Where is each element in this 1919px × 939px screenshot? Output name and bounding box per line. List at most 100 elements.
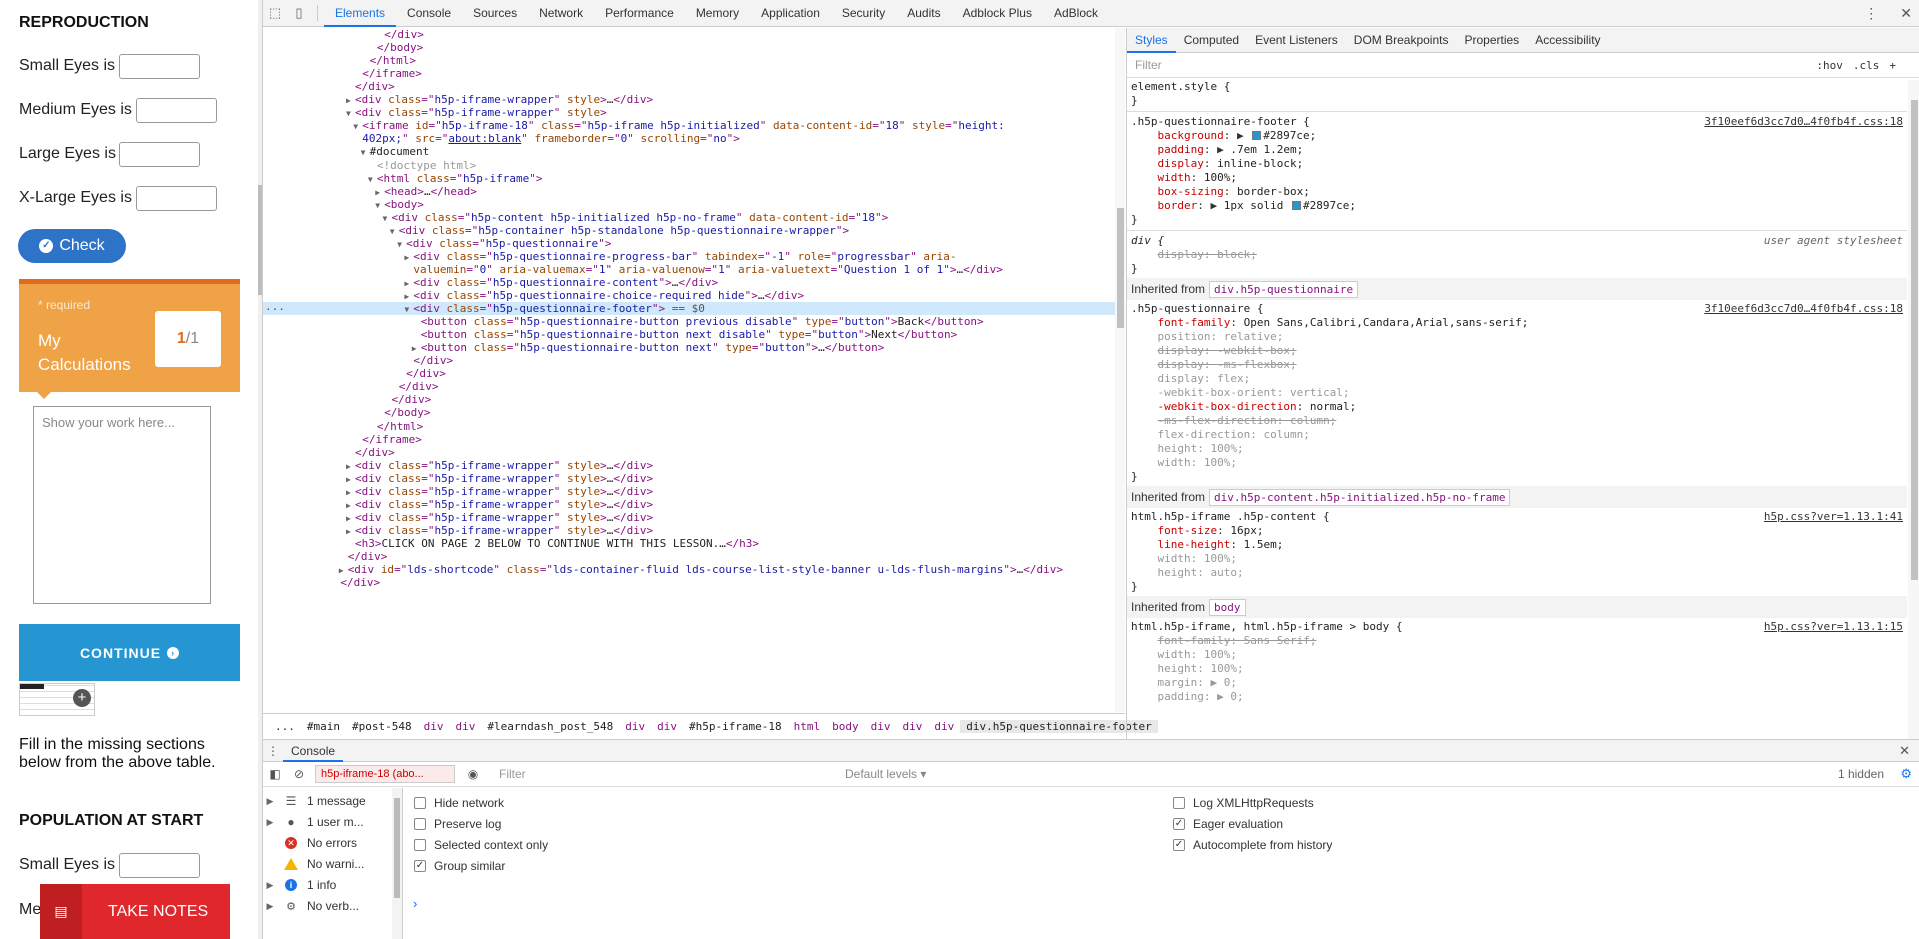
style-declaration[interactable]: display: -ms-flexbox;: [1131, 358, 1903, 372]
dom-node[interactable]: ▼ <html class="h5p-iframe">: [263, 172, 1115, 185]
dom-node[interactable]: ▶ <div class="h5p-iframe-wrapper" style>……: [263, 498, 1115, 511]
stylesheet-source-link[interactable]: 3f10eef6d3cc7d0…4f0fb4f.css:18: [1704, 302, 1903, 315]
styles-tab-accessibility[interactable]: Accessibility: [1527, 28, 1608, 53]
style-declaration[interactable]: width: 100%;: [1131, 648, 1903, 662]
new-rule-button[interactable]: +: [1889, 59, 1896, 72]
collapse-triangle-icon[interactable]: ▼: [383, 212, 392, 224]
console-sidebar-item[interactable]: ▶ ⚙ No verb...: [263, 896, 391, 916]
breadcrumb-item[interactable]: ...: [269, 720, 301, 733]
dom-node[interactable]: valuemin="0" aria-valuemax="1" aria-valu…: [263, 263, 1115, 276]
style-declaration[interactable]: height: auto;: [1131, 566, 1903, 580]
dom-node[interactable]: ▶ <head>…</head>: [263, 185, 1115, 198]
dom-node[interactable]: ▶ <div id="lds-shortcode" class="lds-cont…: [263, 563, 1115, 576]
styles-tab-properties[interactable]: Properties: [1456, 28, 1527, 53]
dom-node[interactable]: </div>: [263, 576, 1115, 589]
style-declaration[interactable]: box-sizing: border-box;: [1131, 185, 1903, 199]
expand-triangle-icon[interactable]: ▶: [263, 817, 277, 828]
dom-node-selected[interactable]: ▼ <div class="h5p-questionnaire-footer"> …: [263, 302, 1115, 316]
expand-triangle-icon[interactable]: ▶: [339, 564, 348, 576]
tab-adblock-plus[interactable]: Adblock Plus: [952, 0, 1043, 27]
small-eyes-input[interactable]: [119, 54, 200, 79]
tab-security[interactable]: Security: [831, 0, 896, 27]
style-declaration[interactable]: padding: ▶ 0;: [1131, 690, 1903, 704]
collapse-triangle-icon[interactable]: ▼: [361, 146, 370, 158]
expand-triangle-icon[interactable]: ▶: [263, 880, 277, 891]
dom-node[interactable]: </div>: [263, 80, 1115, 93]
dom-node[interactable]: ▶ <button class="h5p-questionnaire-button…: [263, 341, 1115, 354]
console-option[interactable]: Selected context only: [414, 838, 548, 852]
console-drawer-tab[interactable]: Console: [283, 740, 344, 762]
breadcrumb-item[interactable]: div: [865, 720, 897, 733]
breadcrumb-item[interactable]: #h5p-iframe-18: [683, 720, 788, 733]
dom-node[interactable]: </div>: [263, 446, 1115, 459]
class-toggle[interactable]: .cls: [1853, 59, 1880, 72]
option-checkbox[interactable]: [414, 839, 426, 851]
dom-node[interactable]: </html>: [263, 420, 1115, 433]
dom-node[interactable]: </div>: [263, 367, 1115, 380]
expand-triangle-icon[interactable]: ▶: [263, 901, 277, 912]
breadcrumb-item[interactable]: div: [418, 720, 450, 733]
breadcrumb-item[interactable]: html: [788, 720, 827, 733]
styles-filter[interactable]: Filter :hov .cls +: [1127, 53, 1919, 78]
elements-scrollbar[interactable]: [1115, 28, 1125, 712]
style-declaration[interactable]: }: [1131, 580, 1903, 594]
console-sidebar-item[interactable]: ▶ ☰ 1 message: [263, 791, 391, 811]
option-checkbox[interactable]: [1173, 797, 1185, 809]
console-sidebar-item[interactable]: ▶ i 1 info: [263, 875, 391, 895]
tab-adblock[interactable]: AdBlock: [1043, 0, 1109, 27]
breadcrumb-item[interactable]: div: [619, 720, 651, 733]
console-option[interactable]: Preserve log: [414, 817, 501, 831]
inherited-selector-link[interactable]: div.h5p-content.h5p-initialized.h5p-no-f…: [1209, 488, 1511, 506]
style-declaration[interactable]: margin: ▶ 0;: [1131, 676, 1903, 690]
console-option[interactable]: ✓ Eager evaluation: [1173, 817, 1283, 831]
dom-node[interactable]: ▼ <iframe id="h5p-iframe-18" class="h5p-i…: [263, 119, 1115, 132]
hover-state-toggle[interactable]: :hov: [1816, 59, 1843, 72]
node-actions-icon[interactable]: ...: [265, 300, 285, 313]
style-declaration[interactable]: height: 100%;: [1131, 662, 1903, 676]
dom-node[interactable]: ▶ <div class="h5p-questionnaire-choice-re…: [263, 289, 1115, 302]
styles-tab-event-listeners[interactable]: Event Listeners: [1247, 28, 1346, 53]
collapse-triangle-icon[interactable]: ▼: [346, 107, 355, 119]
console-sidebar-item[interactable]: No warni...: [263, 854, 391, 874]
option-checkbox[interactable]: ✓: [414, 860, 426, 872]
breadcrumb-item[interactable]: div: [651, 720, 683, 733]
console-option[interactable]: ✓ Autocomplete from history: [1173, 838, 1332, 852]
collapse-triangle-icon[interactable]: ▼: [353, 120, 362, 132]
console-sidebar-item[interactable]: ✕ No errors: [263, 833, 391, 853]
style-declaration[interactable]: flex-direction: column;: [1131, 428, 1903, 442]
tab-console[interactable]: Console: [396, 0, 462, 27]
breadcrumb-item[interactable]: div: [928, 720, 960, 733]
dom-node[interactable]: ▶ <div class="h5p-questionnaire-progress-…: [263, 250, 1115, 263]
eye-icon[interactable]: ◉: [461, 767, 485, 781]
style-declaration[interactable]: font-size: 16px;: [1131, 524, 1903, 538]
expand-triangle-icon[interactable]: ▶: [346, 512, 355, 524]
dom-node[interactable]: ▼ <div class="h5p-content h5p-initialized…: [263, 211, 1115, 224]
dom-node[interactable]: ▼ <body>: [263, 198, 1115, 211]
large-eyes-input[interactable]: [119, 142, 200, 167]
expand-triangle-icon[interactable]: ▶: [346, 499, 355, 511]
styles-tab-styles[interactable]: Styles: [1127, 28, 1176, 53]
dom-node[interactable]: <!doctype html>: [263, 159, 1115, 172]
option-checkbox[interactable]: [414, 797, 426, 809]
expand-plus-icon[interactable]: +: [73, 689, 91, 707]
dom-node[interactable]: </body>: [263, 41, 1115, 54]
expand-triangle-icon[interactable]: ▶: [263, 796, 277, 807]
style-declaration[interactable]: }: [1131, 94, 1903, 108]
option-checkbox[interactable]: [414, 818, 426, 830]
log-levels-dropdown[interactable]: Default levels ▾: [845, 767, 926, 781]
medium-eyes-input[interactable]: [136, 98, 217, 123]
dom-node[interactable]: ▶ <div class="h5p-iframe-wrapper" style>……: [263, 93, 1115, 106]
expand-triangle-icon[interactable]: ▶: [412, 342, 421, 354]
device-toolbar-icon[interactable]: ▯: [287, 5, 311, 21]
dom-node[interactable]: </div>: [263, 28, 1115, 41]
style-declaration[interactable]: background: ▶ #2897ce;: [1131, 129, 1903, 143]
dom-node[interactable]: </div>: [263, 380, 1115, 393]
check-button[interactable]: ✓ Check: [18, 229, 126, 263]
style-declaration[interactable]: width: 100%;: [1131, 456, 1903, 470]
inspect-element-icon[interactable]: ⬚: [263, 5, 287, 21]
dom-node[interactable]: <button class="h5p-questionnaire-button …: [263, 328, 1115, 341]
tab-memory[interactable]: Memory: [685, 0, 750, 27]
tab-network[interactable]: Network: [528, 0, 594, 27]
styles-tab-computed[interactable]: Computed: [1176, 28, 1247, 53]
dom-node[interactable]: <button class="h5p-questionnaire-button …: [263, 315, 1115, 328]
